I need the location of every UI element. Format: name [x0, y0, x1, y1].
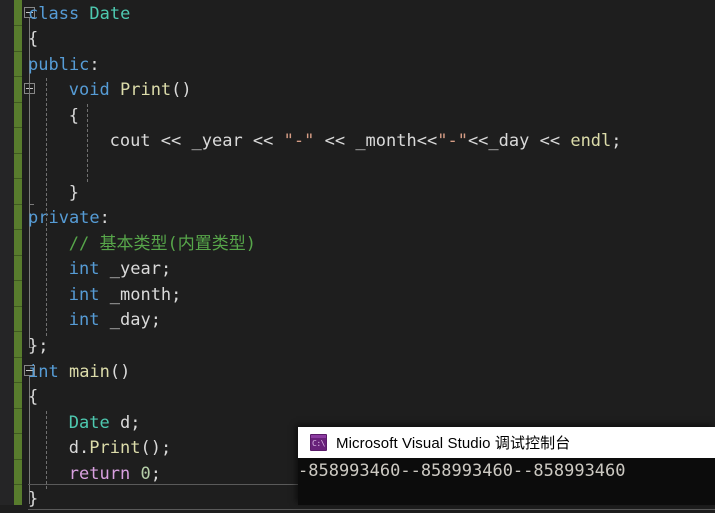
code-line[interactable]: {: [28, 27, 38, 53]
code-token: <<: [252, 131, 284, 151]
code-token: _year: [191, 131, 253, 151]
console-icon-glyph: C:\: [312, 439, 325, 448]
code-token: ;: [611, 131, 622, 151]
debug-console-window[interactable]: C:\ Microsoft Visual Studio 调试控制台 -85899…: [298, 427, 715, 505]
code-token: (): [140, 438, 161, 458]
code-token: <<: [324, 131, 356, 151]
code-token: }: [28, 489, 39, 509]
code-token: <<: [416, 131, 438, 151]
code-token: main: [68, 362, 110, 382]
code-token: .: [79, 438, 90, 458]
console-output-line: -858993460--858993460--858993460: [298, 461, 626, 481]
code-token: <<: [160, 131, 192, 151]
code-line[interactable]: int main(): [28, 360, 130, 386]
console-title-bar[interactable]: C:\ Microsoft Visual Studio 调试控制台: [298, 427, 715, 458]
code-line[interactable]: Date d;: [69, 411, 141, 437]
code-token: Date: [89, 4, 131, 24]
code-line[interactable]: d.Print();: [69, 436, 171, 462]
code-line[interactable]: cout << _year << "-" << _month<<"-"<<_da…: [110, 129, 622, 155]
code-token: void: [68, 80, 120, 100]
code-token: };: [28, 336, 49, 356]
code-token: :: [89, 55, 100, 75]
code-line[interactable]: int _month;: [69, 283, 182, 309]
code-token: {: [28, 29, 39, 49]
code-token: // 基本类型(内置类型): [68, 234, 256, 254]
code-line[interactable]: {: [28, 385, 38, 411]
code-line[interactable]: int _year;: [69, 257, 171, 283]
code-token: "-": [437, 131, 468, 151]
code-token: _day: [109, 310, 151, 330]
code-line[interactable]: // 基本类型(内置类型): [69, 232, 256, 258]
code-token: ;: [160, 259, 172, 279]
code-token: ;: [171, 285, 182, 305]
code-token: public: [28, 55, 90, 75]
code-token: (): [171, 80, 192, 100]
code-token: d: [68, 438, 80, 458]
indent-guide: [87, 104, 88, 182]
code-line[interactable]: int _day;: [69, 308, 161, 334]
code-token: Print: [119, 80, 172, 100]
code-token: "-": [283, 131, 325, 151]
code-token: return: [68, 464, 141, 484]
code-token: ;: [150, 464, 161, 484]
code-line[interactable]: {: [69, 104, 79, 130]
indent-guide: [46, 411, 47, 489]
code-token: _month: [355, 131, 417, 151]
code-token: Date: [68, 413, 120, 433]
code-line[interactable]: void Print(): [69, 78, 192, 104]
console-output-area[interactable]: -858993460--858993460--858993460: [298, 458, 715, 505]
code-token: int: [28, 362, 69, 382]
code-line[interactable]: class Date: [28, 2, 130, 28]
code-token: }: [68, 183, 80, 203]
code-token: int: [68, 285, 110, 305]
screen-root: class Date{public: void Print(){cout << _…: [0, 0, 715, 510]
code-line[interactable]: }: [28, 487, 38, 513]
console-title-text: Microsoft Visual Studio 调试控制台: [336, 435, 571, 452]
code-token: 0: [140, 464, 151, 484]
code-token: endl: [570, 131, 612, 151]
code-token: _day: [488, 131, 540, 151]
code-line[interactable]: }: [69, 181, 79, 207]
code-line[interactable]: return 0;: [69, 462, 161, 488]
code-token: <<: [539, 131, 571, 151]
code-token: d: [119, 413, 131, 433]
code-token: :: [99, 208, 110, 228]
code-token: {: [68, 106, 80, 126]
indent-guide: [46, 78, 47, 336]
console-window-icon: C:\: [310, 434, 327, 451]
code-token: _year: [109, 259, 161, 279]
code-token: {: [28, 387, 39, 407]
code-token: <<: [467, 131, 489, 151]
code-line[interactable]: private:: [28, 206, 110, 232]
code-token: int: [68, 310, 110, 330]
code-line[interactable]: public:: [28, 53, 100, 79]
code-token: int: [68, 259, 110, 279]
code-token: (): [109, 362, 131, 382]
code-token: Print: [89, 438, 141, 458]
code-token: class: [28, 4, 90, 24]
code-token: ;: [130, 413, 141, 433]
code-line[interactable]: };: [28, 334, 48, 360]
code-token: _month: [109, 285, 172, 305]
code-token: private: [28, 208, 100, 228]
code-token: ;: [160, 438, 172, 458]
code-token: ;: [150, 310, 161, 330]
code-token: cout: [109, 131, 161, 151]
